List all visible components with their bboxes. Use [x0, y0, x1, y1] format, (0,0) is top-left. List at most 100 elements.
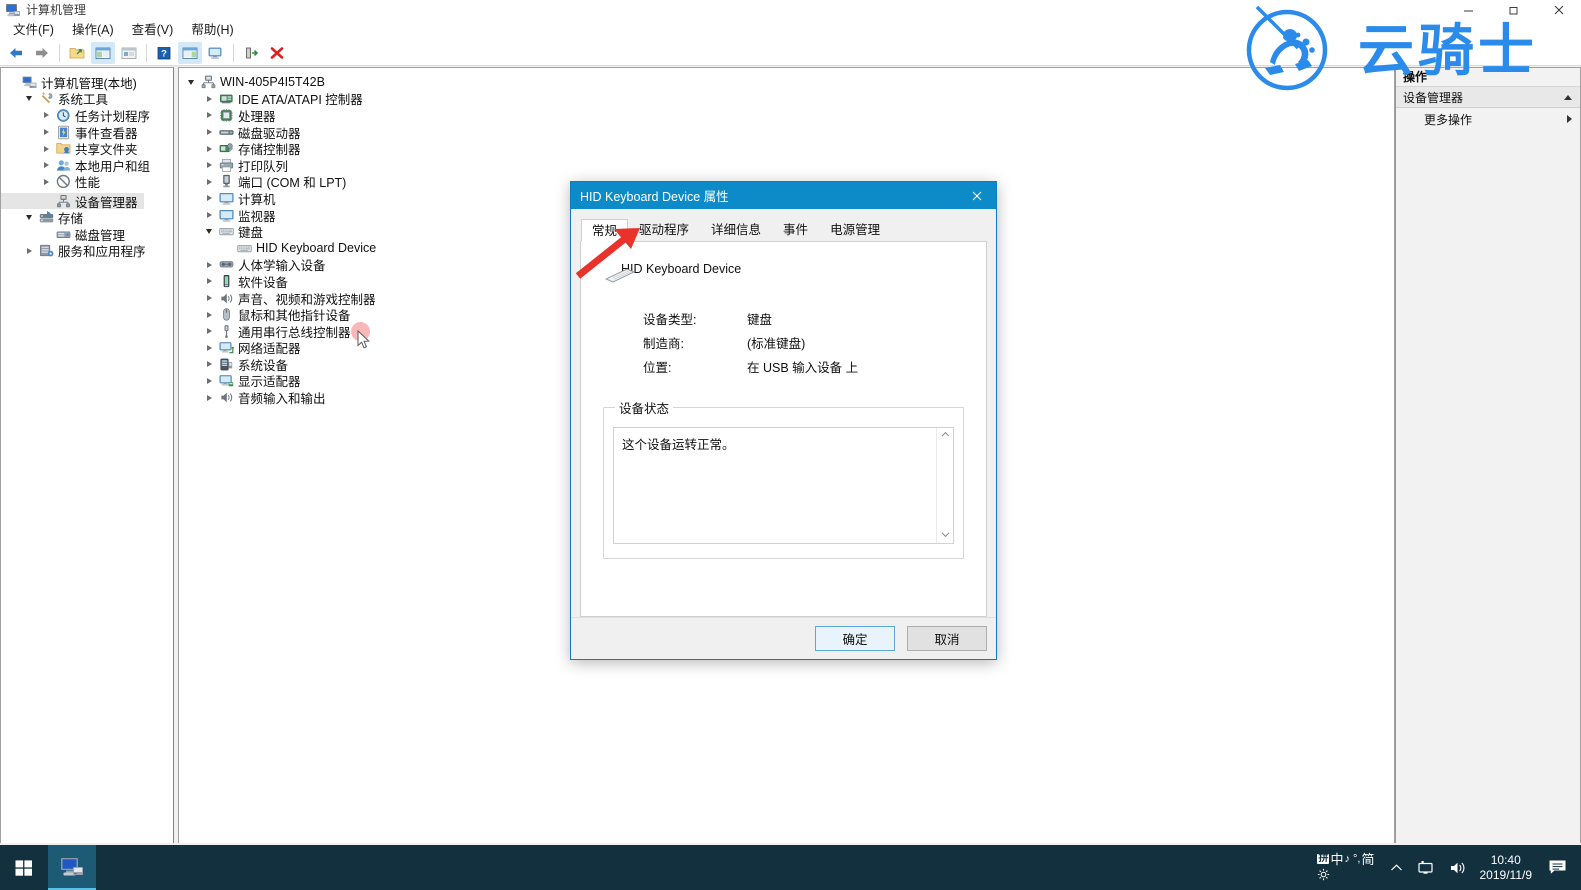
- tree-twisty[interactable]: [38, 129, 54, 136]
- menu-file[interactable]: 文件(F): [4, 20, 63, 40]
- dialog-tab[interactable]: 详细信息: [700, 219, 772, 241]
- chevron-right-icon[interactable]: [206, 377, 212, 384]
- tree-node[interactable]: 共享文件夹: [1, 140, 173, 157]
- tree-twisty[interactable]: [183, 79, 199, 85]
- chevron-right-icon[interactable]: [206, 129, 212, 136]
- tree-node[interactable]: 设备管理器: [1, 192, 144, 210]
- tree-node[interactable]: 系统工具: [1, 91, 173, 107]
- tree-node[interactable]: 计算机管理(本地): [1, 74, 173, 91]
- chevron-right-icon[interactable]: [206, 344, 212, 351]
- device-status-box[interactable]: 这个设备运转正常。: [613, 427, 954, 544]
- chevron-right-icon[interactable]: [206, 195, 212, 202]
- dialog-tab[interactable]: 驱动程序: [628, 219, 700, 241]
- tree-node[interactable]: 处理器: [179, 107, 1394, 124]
- tree-node[interactable]: 存储: [1, 209, 173, 226]
- tree-twisty[interactable]: [201, 295, 217, 302]
- chevron-right-icon[interactable]: [206, 212, 212, 219]
- taskbar-clock[interactable]: 10:40 2019/11/9: [1474, 853, 1543, 883]
- dialog-tab[interactable]: 电源管理: [819, 219, 891, 241]
- tree-node[interactable]: 磁盘管理: [1, 226, 173, 243]
- tree-node[interactable]: 磁盘驱动器: [179, 124, 1394, 141]
- tree-twisty[interactable]: [201, 361, 217, 368]
- cancel-button[interactable]: 取消: [907, 626, 987, 651]
- actions-group-device-manager[interactable]: 设备管理器: [1396, 87, 1580, 108]
- chevron-down-icon[interactable]: [206, 229, 212, 235]
- tree-twisty[interactable]: [201, 95, 217, 102]
- chevron-right-icon[interactable]: [206, 261, 212, 268]
- chevron-right-icon[interactable]: [43, 129, 49, 136]
- show-hidden-icons-button[interactable]: [1383, 863, 1410, 873]
- menu-action[interactable]: 操作(A): [63, 20, 123, 40]
- chevron-right-icon[interactable]: [206, 112, 212, 119]
- tree-twisty[interactable]: [201, 178, 217, 185]
- tree-node[interactable]: 性能: [1, 174, 173, 190]
- tree-twisty[interactable]: [21, 215, 37, 221]
- chevron-down-icon[interactable]: [26, 215, 32, 221]
- tree-twisty[interactable]: [201, 344, 217, 351]
- ime-settings-gear-icon[interactable]: [1317, 868, 1330, 883]
- tree-node[interactable]: 服务和应用程序: [1, 243, 173, 259]
- scroll-up-icon[interactable]: [941, 431, 950, 440]
- tree-node[interactable]: 任务计划程序: [1, 107, 173, 124]
- menu-view[interactable]: 查看(V): [123, 20, 183, 40]
- tree-node[interactable]: WIN-405P4I5T42B: [179, 74, 1394, 91]
- tree-node[interactable]: 存储控制器: [179, 140, 1394, 157]
- tree-twisty[interactable]: [201, 278, 217, 285]
- tree-twisty[interactable]: [201, 311, 217, 318]
- dialog-tab[interactable]: 事件: [772, 219, 819, 241]
- chevron-right-icon[interactable]: [206, 95, 212, 102]
- minimize-button[interactable]: [1446, 0, 1491, 20]
- network-monitor-icon[interactable]: [1410, 860, 1442, 876]
- maximize-button[interactable]: [1491, 0, 1536, 20]
- properties-button[interactable]: [117, 42, 141, 64]
- chevron-down-icon[interactable]: [26, 96, 32, 102]
- tree-twisty[interactable]: [201, 195, 217, 202]
- help-button[interactable]: ?: [152, 42, 176, 64]
- device-status-scrollbar[interactable]: [936, 428, 953, 543]
- show-hide-console-tree-button[interactable]: [91, 41, 115, 64]
- volume-speaker-icon[interactable]: [1442, 860, 1474, 876]
- tree-twisty[interactable]: [38, 112, 54, 119]
- tree-twisty[interactable]: [201, 129, 217, 136]
- chevron-right-icon[interactable]: [206, 295, 212, 302]
- chevron-right-icon[interactable]: [206, 178, 212, 185]
- chevron-down-icon[interactable]: [188, 79, 194, 85]
- scan-hardware-changes-button[interactable]: [204, 42, 228, 64]
- up-folder-button[interactable]: [65, 42, 89, 64]
- forward-button[interactable]: [30, 42, 54, 64]
- tree-node[interactable]: IDE ATA/ATAPI 控制器: [179, 91, 1394, 107]
- chevron-right-icon[interactable]: [206, 145, 212, 152]
- chevron-right-icon[interactable]: [43, 112, 49, 119]
- chevron-right-icon[interactable]: [43, 178, 49, 185]
- tree-node[interactable]: 打印队列: [179, 157, 1394, 174]
- tree-twisty[interactable]: [201, 229, 217, 235]
- tree-twisty[interactable]: [38, 178, 54, 185]
- tree-twisty[interactable]: [201, 145, 217, 152]
- chevron-right-icon[interactable]: [206, 328, 212, 335]
- tree-twisty[interactable]: [38, 162, 54, 169]
- chevron-right-icon[interactable]: [206, 311, 212, 318]
- ime-indicator[interactable]: 拼 中 ♪ °, 简: [1317, 853, 1375, 883]
- tree-twisty[interactable]: [201, 162, 217, 169]
- menu-help[interactable]: 帮助(H): [182, 20, 242, 40]
- tree-node[interactable]: 事件查看器: [1, 124, 173, 141]
- tree-twisty[interactable]: [201, 394, 217, 401]
- close-button[interactable]: [1536, 0, 1581, 20]
- tree-twisty[interactable]: [38, 145, 54, 152]
- console-tree-pane[interactable]: 计算机管理(本地) 系统工具 任务计划程序 事件查看器 共享文件夹 本地用户和组 性能设备管…: [0, 67, 174, 845]
- tree-twisty[interactable]: [21, 247, 37, 254]
- start-button[interactable]: [0, 845, 48, 890]
- chevron-right-icon[interactable]: [43, 145, 49, 152]
- tree-twisty[interactable]: [201, 328, 217, 335]
- chevron-right-icon[interactable]: [206, 278, 212, 285]
- tree-twisty[interactable]: [201, 377, 217, 384]
- uninstall-device-button[interactable]: [265, 42, 289, 64]
- tree-twisty[interactable]: [201, 112, 217, 119]
- show-hide-action-pane-button[interactable]: [178, 41, 202, 64]
- chevron-right-icon[interactable]: [206, 361, 212, 368]
- tree-node[interactable]: 本地用户和组: [1, 157, 173, 174]
- tree-twisty[interactable]: [21, 96, 37, 102]
- chevron-right-icon[interactable]: [206, 394, 212, 401]
- action-more-actions[interactable]: 更多操作: [1396, 108, 1580, 130]
- scroll-down-icon[interactable]: [941, 531, 950, 540]
